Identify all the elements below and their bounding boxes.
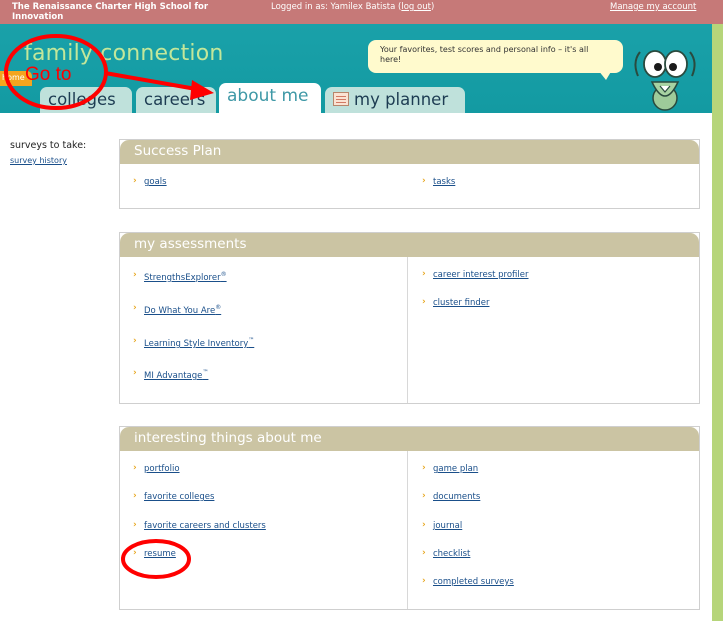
- logout-link[interactable]: log out: [401, 2, 431, 12]
- documents-link[interactable]: documents: [433, 492, 480, 502]
- logged-in-text: Logged in as: Yamilex Batista: [271, 2, 396, 12]
- arrow-icon: ›: [422, 520, 426, 530]
- journal-link[interactable]: journal: [433, 521, 462, 531]
- school-name: The Renaissance Charter High School for …: [12, 2, 209, 22]
- tab-my-planner-label: my planner: [354, 90, 449, 109]
- arrow-icon: ›: [422, 463, 426, 473]
- tab-my-planner[interactable]: my planner: [325, 87, 465, 113]
- checklist-link[interactable]: checklist: [433, 549, 470, 559]
- cluster-finder-link[interactable]: cluster finder: [433, 298, 489, 308]
- arrow-icon: ›: [422, 548, 426, 558]
- resume-link[interactable]: resume: [144, 549, 176, 559]
- completed-surveys-link[interactable]: completed surveys: [433, 577, 514, 587]
- arrow-icon: ›: [422, 269, 426, 279]
- do-what-you-are-label: Do What You Are: [144, 305, 216, 316]
- learning-style-inventory-link[interactable]: Learning Style Inventory™: [144, 337, 254, 349]
- arrow-icon: ›: [133, 520, 137, 530]
- success-plan-title: Success Plan: [120, 140, 699, 164]
- top-bar: The Renaissance Charter High School for …: [0, 0, 723, 24]
- tab-colleges[interactable]: colleges: [40, 87, 132, 113]
- arrow-icon: ›: [133, 303, 137, 313]
- registered-mark: ®: [215, 304, 222, 311]
- interesting-things-title: interesting things about me: [120, 427, 699, 451]
- brand-title: family connection: [24, 41, 224, 66]
- speech-bubble: Your favorites, test scores and personal…: [368, 40, 623, 73]
- assessments-title: my assessments: [120, 233, 699, 257]
- manage-account-link[interactable]: Manage my account: [610, 2, 696, 12]
- interesting-things-body: › portfolio › favorite colleges › favori…: [120, 451, 699, 609]
- speech-bubble-tail: [598, 70, 612, 80]
- assessments-body: › StrengthsExplorer® › Do What You Are® …: [120, 257, 699, 403]
- mascot-icon: [634, 50, 696, 111]
- trademark-mark: ™: [202, 369, 209, 376]
- surveys-label: surveys to take:: [10, 140, 87, 151]
- goals-link[interactable]: goals: [144, 177, 167, 187]
- mi-advantage-label: MI Advantage: [144, 370, 203, 381]
- arrow-icon: ›: [133, 548, 137, 558]
- tab-about-me[interactable]: about me: [219, 83, 321, 113]
- arrow-icon: ›: [133, 491, 137, 501]
- success-plan-body: › goals › tasks: [120, 164, 699, 208]
- login-status: Logged in as: Yamilex Batista (log out): [271, 2, 435, 12]
- favorite-careers-link[interactable]: favorite careers and clusters: [144, 521, 266, 531]
- tasks-link[interactable]: tasks: [433, 177, 455, 187]
- column-divider: [407, 451, 408, 609]
- arrow-icon: ›: [422, 576, 426, 586]
- annotation-text: Go to: [25, 64, 72, 85]
- arrow-icon: ›: [133, 176, 137, 186]
- portfolio-link[interactable]: portfolio: [144, 464, 180, 474]
- registered-mark: ®: [220, 271, 227, 278]
- do-what-you-are-link[interactable]: Do What You Are®: [144, 304, 221, 316]
- calendar-icon: [333, 92, 349, 106]
- strengths-explorer-link[interactable]: StrengthsExplorer®: [144, 271, 227, 283]
- tab-careers[interactable]: careers: [136, 87, 216, 113]
- interesting-things-panel: interesting things about me › portfolio …: [119, 426, 700, 610]
- arrow-icon: ›: [133, 368, 137, 378]
- column-divider: [407, 257, 408, 403]
- trademark-mark: ™: [248, 337, 255, 344]
- success-plan-panel: Success Plan › goals › tasks: [119, 139, 700, 209]
- arrow-icon: ›: [422, 297, 426, 307]
- arrow-icon: ›: [422, 491, 426, 501]
- arrow-icon: ›: [133, 463, 137, 473]
- favorite-colleges-link[interactable]: favorite colleges: [144, 492, 214, 502]
- mi-advantage-link[interactable]: MI Advantage™: [144, 369, 208, 381]
- strengths-explorer-label: StrengthsExplorer: [144, 272, 221, 283]
- arrow-icon: ›: [133, 336, 137, 346]
- assessments-panel: my assessments › StrengthsExplorer® › Do…: [119, 232, 700, 404]
- right-accent-strip: [712, 24, 723, 621]
- survey-history-link[interactable]: survey history: [10, 156, 67, 165]
- learning-style-inventory-label: Learning Style Inventory: [144, 338, 249, 349]
- arrow-icon: ›: [422, 176, 426, 186]
- arrow-icon: ›: [133, 270, 137, 280]
- game-plan-link[interactable]: game plan: [433, 464, 478, 474]
- career-interest-profiler-link[interactable]: career interest profiler: [433, 270, 529, 280]
